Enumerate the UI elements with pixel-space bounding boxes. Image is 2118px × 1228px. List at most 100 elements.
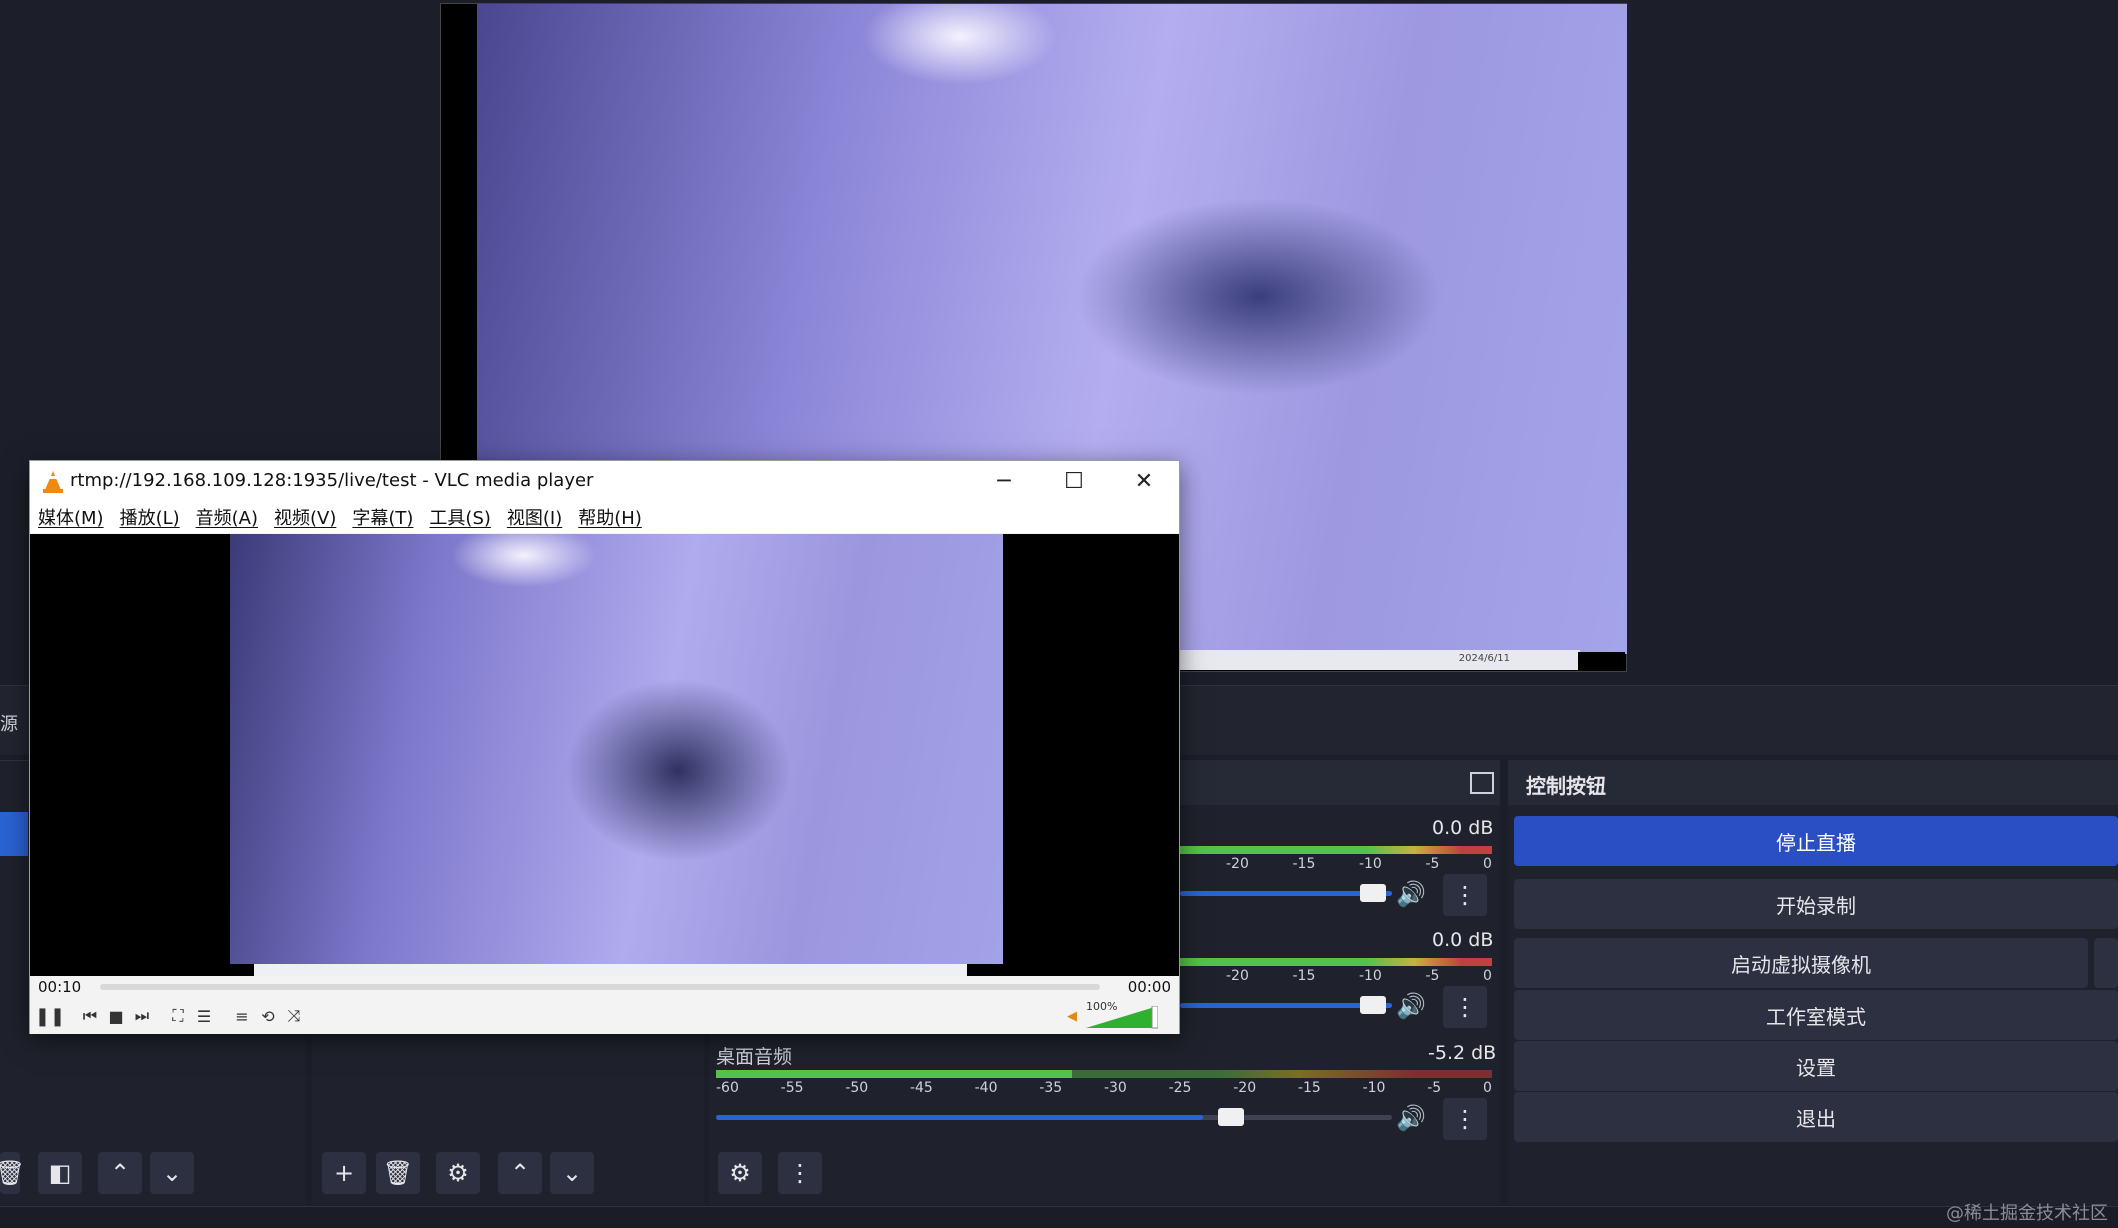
- virtual-camera-settings-button[interactable]: [2094, 938, 2118, 988]
- track1-meter: [1180, 846, 1492, 854]
- track3-meter-level: [716, 1070, 1072, 1078]
- tick-label: -15: [1297, 1080, 1321, 1096]
- speaker-icon[interactable]: 🔊: [1396, 992, 1426, 1020]
- sources-label-fragment: 源: [0, 714, 18, 735]
- extended-settings-icon[interactable]: ☰: [192, 1004, 216, 1028]
- studio-mode-button[interactable]: 工作室模式: [1514, 990, 2118, 1040]
- add-source-button[interactable]: +: [322, 1152, 366, 1194]
- tick-label: -10: [1358, 856, 1382, 872]
- track1-ticks: -20 -15 -10 -5 0: [1226, 856, 1492, 872]
- preview-black-corner: [1578, 652, 1625, 670]
- video-taskbar-strip: [254, 964, 967, 976]
- track1-db: 0.0 dB: [1432, 817, 1494, 839]
- scene-up-button[interactable]: ⌃: [98, 1152, 142, 1194]
- tick-label: -10: [1362, 1080, 1386, 1096]
- source-properties-button[interactable]: ⚙: [436, 1152, 480, 1194]
- stream-video-frame: [230, 534, 1003, 964]
- fullscreen-icon[interactable]: ⛶: [166, 1004, 190, 1028]
- source-down-button[interactable]: ⌄: [550, 1152, 594, 1194]
- tick-label: 0: [1482, 1080, 1492, 1096]
- stop-icon[interactable]: ■: [104, 1004, 128, 1028]
- tick-label: -20: [1233, 1080, 1257, 1096]
- menu-help[interactable]: 帮助(H): [578, 504, 642, 530]
- playlist-icon[interactable]: ≡: [230, 1004, 254, 1028]
- volume-speaker-icon[interactable]: ◀: [1060, 1004, 1084, 1028]
- mixer-menu-button[interactable]: ⋮: [778, 1152, 822, 1194]
- desktop-audio-label: 桌面音频: [716, 1046, 793, 1068]
- scene-down-button[interactable]: ⌄: [150, 1152, 194, 1194]
- vlc-title-bar[interactable]: rtmp://192.168.109.128:1935/live/test - …: [30, 461, 1179, 501]
- pause-icon[interactable]: ❚❚: [35, 1004, 65, 1028]
- tick-label: -10: [1358, 968, 1382, 984]
- vlc-cone-icon: [43, 471, 63, 493]
- tick-label: -5: [1425, 968, 1440, 984]
- tick-label: -20: [1226, 968, 1249, 984]
- tick-label: -20: [1226, 856, 1249, 872]
- source-up-button[interactable]: ⌃: [498, 1152, 542, 1194]
- speaker-icon[interactable]: 🔊: [1396, 1104, 1426, 1132]
- preview-taskbar: 2024/6/11: [1180, 650, 1580, 670]
- loop-icon[interactable]: ⟲: [256, 1004, 280, 1028]
- tick-label: -5: [1427, 1080, 1442, 1096]
- track2-meter: [1180, 958, 1492, 966]
- exit-button[interactable]: 退出: [1514, 1092, 2118, 1142]
- scene-filters-button[interactable]: ◧: [38, 1152, 82, 1194]
- status-bar: @稀土掘金技术社区: [0, 1203, 2118, 1228]
- controls-title: 控制按钮: [1526, 774, 1606, 798]
- start-record-button[interactable]: 开始录制: [1514, 879, 2118, 929]
- tick-label: 0: [1483, 856, 1492, 872]
- track1-volume-slider[interactable]: [1180, 884, 1392, 902]
- previous-icon[interactable]: ⏮: [78, 1004, 102, 1028]
- vlc-window[interactable]: rtmp://192.168.109.128:1935/live/test - …: [29, 460, 1180, 1034]
- shuffle-icon[interactable]: ⤨: [282, 1004, 306, 1028]
- menu-subtitle[interactable]: 字幕(T): [352, 504, 413, 530]
- virtual-camera-button[interactable]: 启动虚拟摄像机: [1514, 938, 2088, 988]
- remove-scene-button[interactable]: 🗑: [0, 1152, 25, 1194]
- track3-menu-button[interactable]: ⋮: [1443, 1098, 1487, 1140]
- menu-playback[interactable]: 播放(L): [120, 504, 180, 530]
- tick-label: -45: [909, 1080, 933, 1096]
- close-icon[interactable]: ✕: [1109, 461, 1179, 501]
- dock-popout-icon[interactable]: [1470, 772, 1494, 794]
- track3-volume-slider[interactable]: [716, 1108, 1392, 1126]
- menu-audio[interactable]: 音频(A): [196, 504, 258, 530]
- tick-label: -60: [716, 1080, 739, 1096]
- track1-menu-button[interactable]: ⋮: [1443, 874, 1487, 916]
- tick-label: -35: [1039, 1080, 1063, 1096]
- vlc-window-title: rtmp://192.168.109.128:1935/live/test - …: [70, 470, 594, 491]
- menu-tools[interactable]: 工具(S): [429, 504, 490, 530]
- preview-taskbar-date: 2024/6/11: [1458, 653, 1510, 664]
- minimize-icon[interactable]: ─: [969, 461, 1039, 501]
- menu-view[interactable]: 视图(I): [507, 504, 562, 530]
- watermark-text: @稀土掘金技术社区: [1946, 1203, 2108, 1224]
- track2-menu-button[interactable]: ⋮: [1443, 986, 1487, 1028]
- tick-label: -30: [1103, 1080, 1127, 1096]
- menu-video[interactable]: 视频(V): [274, 504, 336, 530]
- audio-advanced-properties-button[interactable]: ⚙: [718, 1152, 762, 1194]
- remove-source-button[interactable]: 🗑: [376, 1152, 420, 1194]
- tick-label: -15: [1292, 968, 1316, 984]
- track3-ticks: -60 -55 -50 -45 -40 -35 -30 -25 -20 -15 …: [716, 1080, 1492, 1096]
- tick-label: -50: [845, 1080, 869, 1096]
- stop-stream-button[interactable]: 停止直播: [1514, 816, 2118, 866]
- elapsed-time: 00:10: [38, 978, 82, 996]
- track2-ticks: -20 -15 -10 -5 0: [1226, 968, 1492, 984]
- volume-slider[interactable]: [1086, 1006, 1158, 1030]
- scene-selected-item[interactable]: [0, 812, 28, 856]
- track2-db: 0.0 dB: [1432, 929, 1494, 951]
- vlc-seek-row: 00:10 00:00: [30, 976, 1179, 998]
- settings-button[interactable]: 设置: [1514, 1041, 2118, 1091]
- next-icon[interactable]: ⏭: [130, 1004, 154, 1028]
- remaining-time: 00:00: [1127, 978, 1171, 996]
- tick-label: 0: [1483, 968, 1492, 984]
- maximize-icon[interactable]: ☐: [1039, 461, 1109, 501]
- track2-volume-slider[interactable]: [1180, 996, 1392, 1014]
- tick-label: -40: [974, 1080, 998, 1096]
- track3-db: -5.2 dB: [1428, 1042, 1497, 1064]
- vlc-video-area[interactable]: [30, 534, 1179, 976]
- speaker-icon[interactable]: 🔊: [1396, 880, 1426, 908]
- vlc-menu-bar: 媒体(M) 播放(L) 音频(A) 视频(V) 字幕(T) 工具(S) 视图(I…: [30, 501, 1179, 533]
- seek-bar[interactable]: [100, 984, 1100, 990]
- tick-label: -15: [1292, 856, 1316, 872]
- menu-media[interactable]: 媒体(M): [38, 504, 104, 530]
